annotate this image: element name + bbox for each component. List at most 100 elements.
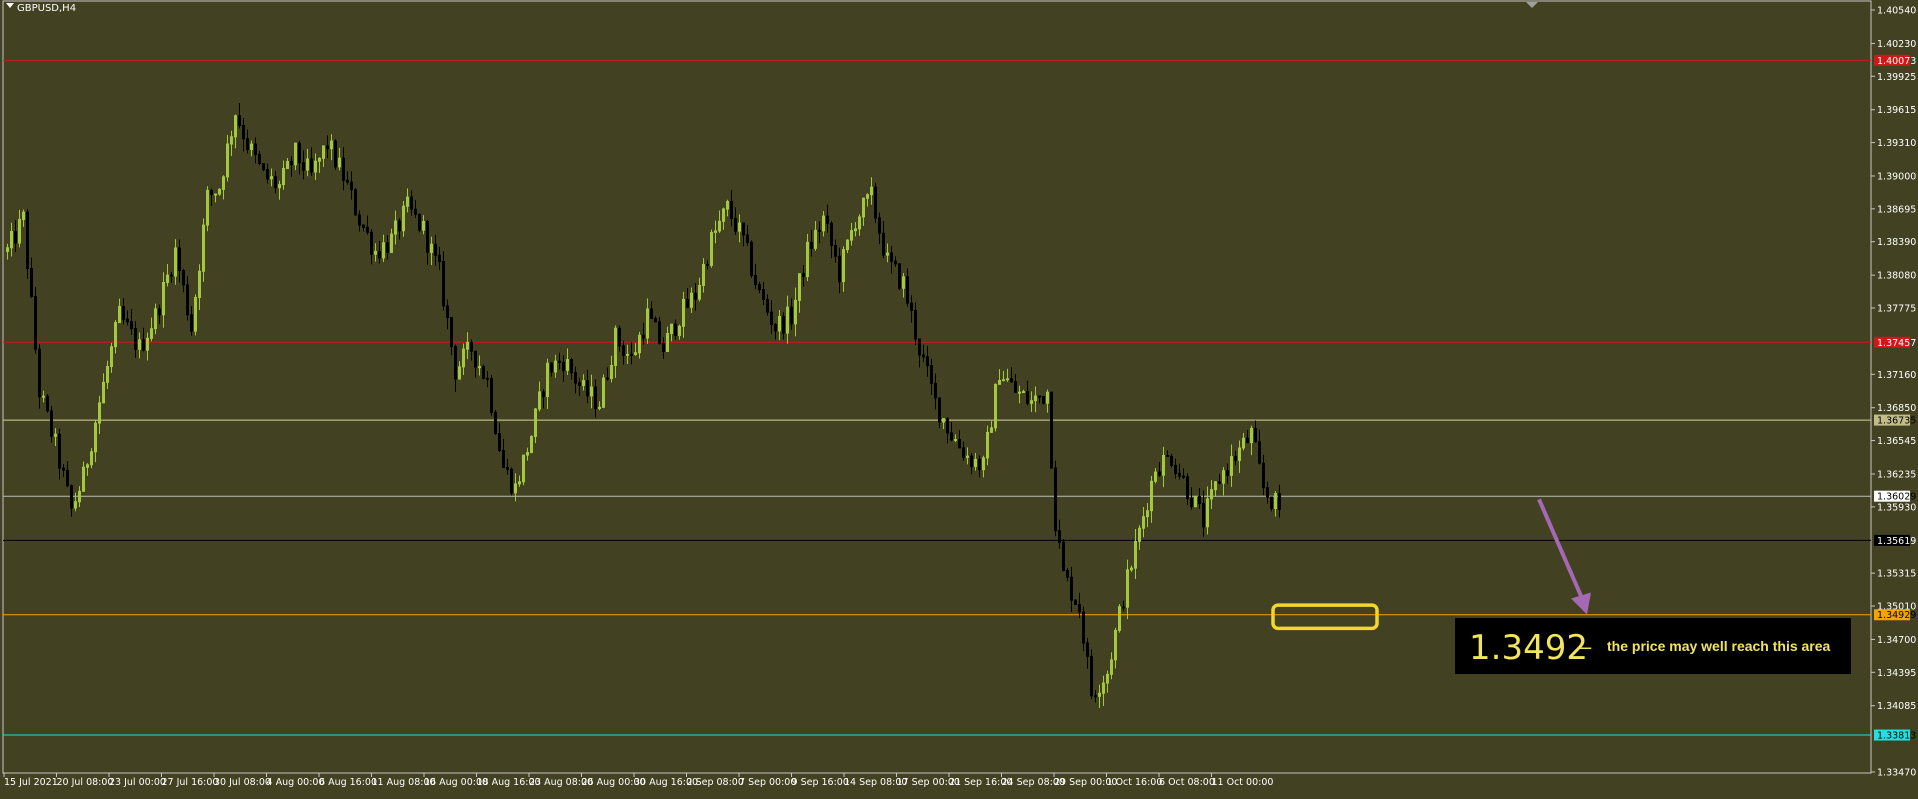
candle-bear (558, 360, 561, 364)
candle-bear (350, 181, 353, 191)
candle-bear (774, 324, 777, 332)
x-tick-label: 6 Oct 08:00 (1159, 777, 1215, 788)
y-tick-label: 1.34700 (1877, 635, 1916, 646)
candle-bear (126, 318, 129, 323)
candle-bear (510, 468, 513, 494)
candle-bear (550, 362, 553, 373)
candle-bear (926, 356, 929, 367)
candle-bear (622, 345, 625, 356)
y-tick-label: 1.40230 (1877, 39, 1916, 50)
candle-bear (734, 217, 737, 232)
candle-bear (1234, 456, 1237, 461)
candle-bear (838, 255, 841, 283)
chart-window[interactable]: 1.40540 1.40230 1.39925 1.39615 1.39310 1.390… (0, 0, 1918, 794)
candle-bear (770, 311, 773, 326)
candle-bull (1018, 391, 1021, 394)
candle-bear (938, 397, 941, 423)
candle-bear (874, 186, 877, 219)
candle-bear (354, 189, 357, 216)
candle-bear (378, 250, 381, 259)
candle-bear (922, 354, 925, 358)
candle-bear (1170, 455, 1173, 466)
y-tick-label: 1.36545 (1877, 436, 1916, 447)
candle-bear (46, 395, 49, 412)
candle-bear (14, 231, 17, 244)
candle-bear (762, 289, 765, 301)
candle-bear (930, 365, 933, 384)
candle-bear (266, 169, 269, 180)
candle-bear (782, 315, 785, 334)
candle-bear (766, 299, 769, 313)
y-tick-label: 1.35930 (1877, 502, 1916, 513)
candle-bear (142, 339, 145, 351)
candle-bear (258, 153, 261, 165)
annotation-price: 1.3492 (1469, 628, 1588, 668)
candle-bear (470, 341, 473, 352)
candle-bear (442, 261, 445, 307)
candle-bear (1050, 391, 1053, 469)
candlestick-chart[interactable]: 1.40540 1.40230 1.39925 1.39615 1.39310 1.390… (0, 0, 1918, 794)
candle-bear (1054, 467, 1057, 532)
candle-bear (170, 274, 173, 277)
level-price-tag-label: 1.40073 (1877, 56, 1916, 67)
candle-bear (370, 231, 373, 255)
candle-bear (802, 273, 805, 278)
annotation-dash: – (1579, 634, 1592, 659)
candle-bear (50, 410, 53, 437)
candle-bear (290, 160, 293, 166)
candle-bear (1262, 462, 1265, 489)
candle-bear (210, 189, 213, 195)
candle-bear (1218, 481, 1221, 484)
candle-bear (1082, 611, 1085, 644)
candle-bear (1122, 606, 1125, 609)
candle-bear (826, 215, 829, 224)
candle-bear (1198, 495, 1201, 504)
x-tick-label: 4 Aug 00:00 (267, 777, 325, 788)
x-tick-label: 2 Sep 08:00 (687, 777, 744, 788)
y-tick-label: 1.39310 (1877, 138, 1916, 149)
candle-bear (1094, 695, 1097, 698)
y-tick-label: 1.35315 (1877, 569, 1916, 580)
x-tick-label: 15 Jul 2021 (4, 777, 58, 788)
candle-bear (962, 447, 965, 458)
candle-bear (386, 242, 389, 253)
candle-bear (946, 418, 949, 434)
time-axis[interactable]: 15 Jul 202120 Jul 08:0023 Jul 00:0027 Ju… (3, 773, 1274, 788)
x-tick-label: 11 Oct 00:00 (1212, 777, 1274, 788)
y-tick-label: 1.34395 (1877, 668, 1916, 679)
x-tick-label: 9 Sep 16:00 (792, 777, 849, 788)
price-axis[interactable]: 1.40540 1.40230 1.39925 1.39615 1.39310 1.390… (1871, 6, 1916, 779)
candle-bear (890, 252, 893, 262)
candle-bear (474, 350, 477, 368)
candle-bull (478, 366, 481, 369)
candle-bear (642, 334, 645, 339)
candle-bear (750, 241, 753, 276)
candle-bull (1006, 378, 1009, 381)
annotation-box[interactable]: 1.3492 – the price may well reach this a… (1455, 618, 1851, 674)
candle-bear (362, 224, 365, 228)
candle-bear (1178, 472, 1181, 477)
candle-bear (574, 372, 577, 384)
candle-bear (438, 254, 441, 263)
candle-bear (694, 292, 697, 300)
candle-bear (186, 284, 189, 316)
candle-bear (1062, 541, 1065, 571)
candle-bear (746, 234, 749, 243)
candle-bear (1090, 655, 1093, 697)
candle-bear (182, 270, 185, 286)
candle-bear (358, 214, 361, 226)
candle-bear (1182, 475, 1185, 478)
level-price-tag-label: 1.33813 (1877, 731, 1916, 742)
candle-bear (262, 163, 265, 171)
x-tick-label: 23 Jul 00:00 (109, 777, 166, 788)
candle-bear (658, 321, 661, 344)
candle-bear (246, 138, 249, 150)
candle-bear (346, 179, 349, 183)
candle-bear (1066, 569, 1069, 578)
candle-bear (446, 305, 449, 319)
chart-menu-icon[interactable] (6, 3, 14, 8)
candle-bear (122, 305, 125, 320)
level-price-tag-label: 1.35619 (1877, 536, 1916, 547)
candle-bear (978, 458, 981, 471)
candle-bear (1074, 599, 1077, 605)
